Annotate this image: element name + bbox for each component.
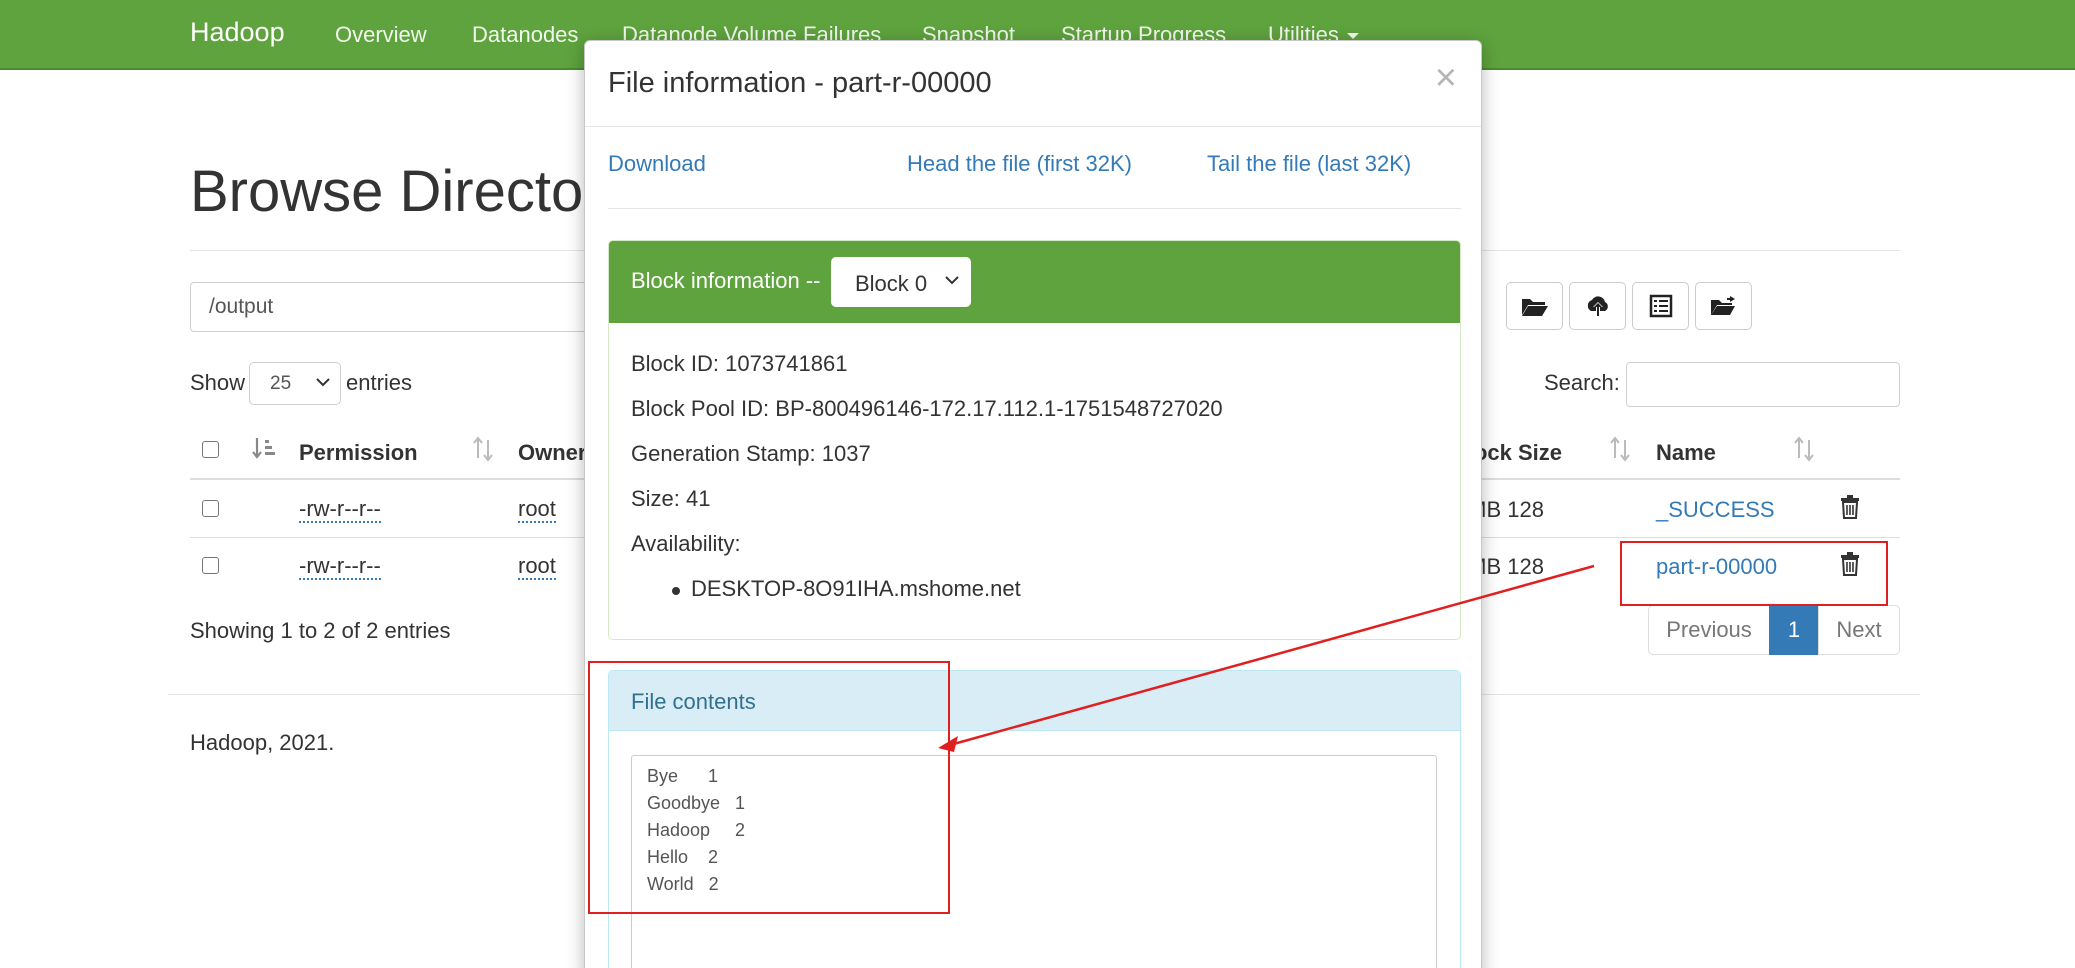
annotation-arrow: [938, 564, 1595, 752]
